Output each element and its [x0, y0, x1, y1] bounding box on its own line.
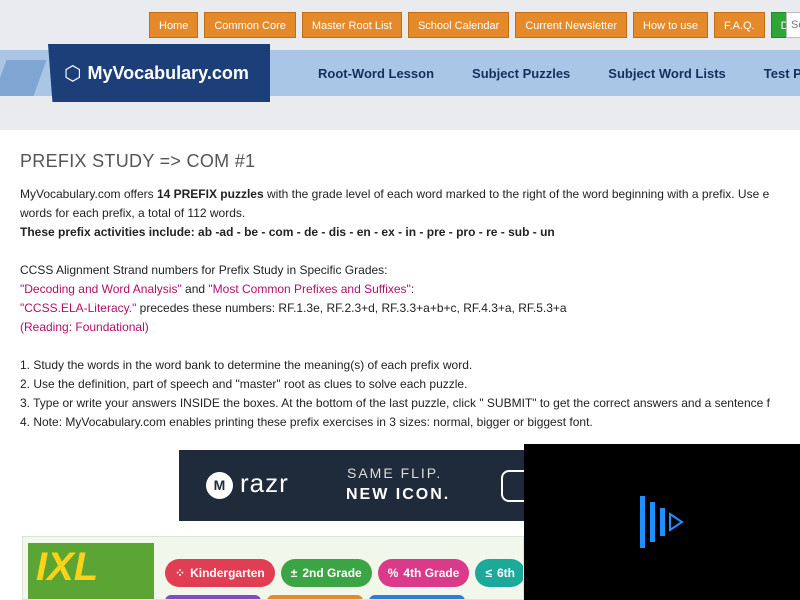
grade-kindergarten-button[interactable]: ⁘ Kindergarten — [165, 559, 275, 587]
step-2: 2. Use the definition, part of speech an… — [20, 377, 468, 391]
ixl-logo: IXL — [28, 543, 154, 599]
grade-buttons-row-2 — [165, 595, 465, 599]
grade-label: 2nd Grade — [302, 566, 362, 580]
nav-how-to-use-button[interactable]: How to use — [633, 12, 709, 38]
ccss-links-line: "Decoding and Word Analysis" and "Most C… — [20, 280, 800, 299]
ixl-logo-text: IXL — [36, 545, 99, 589]
standards-text: precedes these numbers: RF.1.3e, RF.2.3+… — [136, 301, 567, 315]
percent-icon: % — [387, 566, 399, 580]
hexagon-icon: ⬡ — [64, 62, 82, 85]
nav-home-button[interactable]: Home — [149, 12, 199, 38]
motorola-logo-icon: M — [206, 472, 233, 499]
ccss-heading: CCSS Alignment Strand numbers for Prefix… — [20, 263, 388, 277]
grade-label: 6th — [496, 566, 515, 580]
nav-common-core-button[interactable]: Common Core — [204, 12, 296, 38]
grade-button-partial[interactable] — [267, 595, 363, 599]
search-input[interactable]: Se — [786, 12, 800, 38]
less-equal-icon: ≤ — [485, 566, 492, 580]
play-icon[interactable] — [638, 494, 688, 550]
intro-text: MyVocabulary.com offers — [20, 187, 157, 201]
plus-minus-icon: ± — [290, 566, 298, 580]
grade-label: 4th Grade — [403, 566, 460, 580]
colon-text: : — [410, 282, 415, 296]
grade-2nd-button[interactable]: ±2nd Grade — [280, 559, 372, 587]
nav-faq-button[interactable]: F.A.Q. — [714, 12, 765, 38]
logo-text: MyVocabulary.com — [87, 62, 249, 83]
ad-tagline-1: SAME FLIP. — [347, 465, 443, 481]
main-nav: Root-Word Lesson Subject Puzzles Subject… — [318, 66, 800, 81]
grade-4th-button[interactable]: % 4th Grade — [377, 559, 470, 587]
step-4: 4. Note: MyVocabulary.com enables printi… — [20, 415, 593, 429]
ixl-ad-panel[interactable]: IXL ⁘ Kindergarten ±2nd Grade % 4th Grade … — [22, 536, 524, 600]
main-content: PREFIX STUDY => COM #1 MyVocabulary.com … — [20, 152, 800, 432]
grade-button-partial[interactable] — [165, 595, 261, 599]
reading-foundational-link[interactable]: (Reading: Foundational) — [20, 318, 800, 337]
dots-icon: ⁘ — [175, 566, 186, 580]
and-text: and — [181, 282, 209, 296]
intro-paragraph: MyVocabulary.com offers 14 PREFIX puzzle… — [20, 185, 800, 204]
grade-button-partial[interactable] — [369, 595, 465, 599]
grade-buttons: ⁘ Kindergarten ±2nd Grade % 4th Grade ≤6th — [165, 559, 523, 587]
top-nav: Home Common Core Master Root List School… — [149, 12, 800, 38]
intro-bold-text: 14 PREFIX puzzles — [156, 187, 264, 201]
video-player[interactable] — [524, 444, 800, 600]
nav-subject-word-lists[interactable]: Subject Word Lists — [608, 66, 726, 81]
ccss-literacy-link[interactable]: "CCSS.ELA-Literacy." — [20, 301, 136, 315]
activities-list: These prefix activities include: ab -ad … — [20, 225, 555, 239]
site-logo[interactable]: ⬡ MyVocabulary.com — [48, 44, 270, 102]
ad-banner[interactable]: M razr SAME FLIP. NEW ICON. — [179, 450, 529, 521]
nav-master-root-list-button[interactable]: Master Root List — [301, 12, 402, 38]
intro-line-2: words for each prefix, a total of 112 wo… — [20, 206, 246, 220]
nav-root-word-lesson[interactable]: Root-Word Lesson — [318, 66, 434, 81]
site-header: Home Common Core Master Root List School… — [0, 0, 800, 130]
grade-6th-button[interactable]: ≤6th — [475, 559, 523, 587]
nav-subject-puzzles[interactable]: Subject Puzzles — [472, 66, 570, 81]
nav-current-newsletter-button[interactable]: Current Newsletter — [515, 12, 628, 38]
ccss-standards-line: "CCSS.ELA-Literacy." precedes these numb… — [20, 299, 800, 318]
prefixes-suffixes-link[interactable]: "Most Common Prefixes and Suffixes" — [208, 282, 410, 296]
decoding-link[interactable]: "Decoding and Word Analysis" — [20, 282, 182, 296]
ad-brand: razr — [240, 468, 289, 498]
ad-tagline-2: NEW ICON. — [346, 486, 451, 503]
nav-test-prep[interactable]: Test Pre — [764, 66, 800, 81]
step-3: 3. Type or write your answers INSIDE the… — [20, 396, 770, 410]
step-1: 1. Study the words in the word bank to d… — [20, 358, 473, 372]
nav-school-calendar-button[interactable]: School Calendar — [407, 12, 510, 38]
page-title: PREFIX STUDY => COM #1 — [20, 151, 256, 171]
grade-label: Kindergarten — [190, 566, 265, 580]
intro-text-cont: with the grade level of each word marked… — [263, 187, 770, 201]
